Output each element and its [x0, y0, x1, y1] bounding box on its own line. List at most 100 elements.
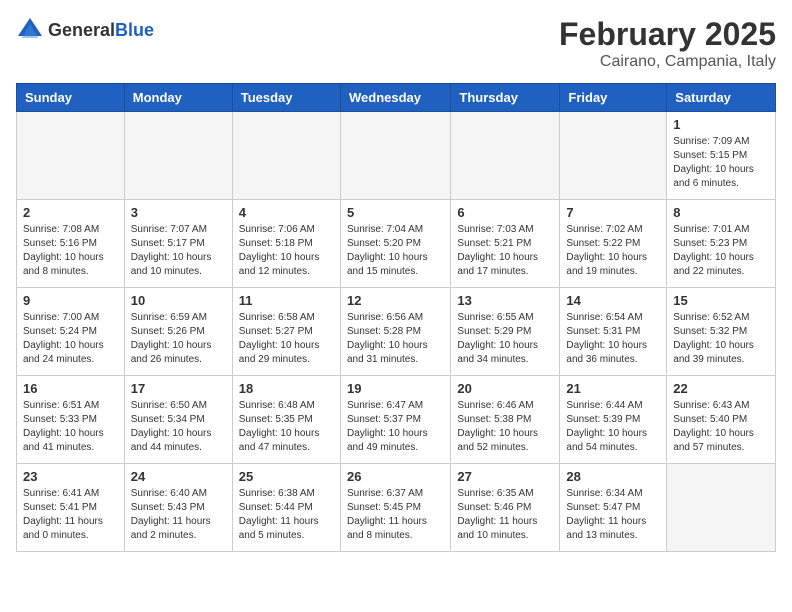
- logo-general: General: [48, 20, 115, 40]
- logo-icon: [16, 16, 44, 44]
- day-info: Sunrise: 7:08 AM Sunset: 5:16 PM Dayligh…: [23, 223, 118, 279]
- day-number: 5: [347, 205, 444, 220]
- calendar-table: SundayMondayTuesdayWednesdayThursdayFrid…: [16, 83, 776, 552]
- calendar-cell: [667, 464, 776, 552]
- calendar-cell: 27 Sunrise: 6:35 AM Sunset: 5:46 PM Dayli…: [451, 464, 560, 552]
- day-info: Sunrise: 7:00 AM Sunset: 5:24 PM Dayligh…: [23, 311, 118, 367]
- calendar-cell: 4 Sunrise: 7:06 AM Sunset: 5:18 PM Daylig…: [232, 200, 340, 288]
- calendar-cell: 8Sunrise: 7:01 AM Sunset: 5:23 PM Daylig…: [667, 200, 776, 288]
- day-info: Sunrise: 7:09 AM Sunset: 5:15 PM Dayligh…: [673, 135, 769, 191]
- day-info: Sunrise: 6:56 AM Sunset: 5:28 PM Dayligh…: [347, 311, 444, 367]
- logo: GeneralBlue: [16, 16, 154, 44]
- day-info: Sunrise: 6:41 AM Sunset: 5:41 PM Dayligh…: [23, 487, 118, 543]
- day-number: 19: [347, 381, 444, 396]
- logo-blue: Blue: [115, 20, 154, 40]
- calendar-cell: [340, 112, 450, 200]
- day-number: 18: [239, 381, 334, 396]
- column-header-friday: Friday: [560, 84, 667, 112]
- day-number: 23: [23, 469, 118, 484]
- calendar-week-5: 23 Sunrise: 6:41 AM Sunset: 5:41 PM Dayli…: [17, 464, 776, 552]
- day-number: 8: [673, 205, 769, 220]
- calendar-cell: [451, 112, 560, 200]
- column-header-saturday: Saturday: [667, 84, 776, 112]
- day-info: Sunrise: 6:58 AM Sunset: 5:27 PM Dayligh…: [239, 311, 334, 367]
- calendar-week-1: 1 Sunrise: 7:09 AM Sunset: 5:15 PM Daylig…: [17, 112, 776, 200]
- column-header-wednesday: Wednesday: [340, 84, 450, 112]
- page-header: GeneralBlue February 2025 Cairano, Campa…: [16, 16, 776, 71]
- calendar-cell: 28Sunrise: 6:34 AM Sunset: 5:47 PM Dayli…: [560, 464, 667, 552]
- day-number: 1: [673, 117, 769, 132]
- day-number: 26: [347, 469, 444, 484]
- location-title: Cairano, Campania, Italy: [559, 53, 776, 71]
- calendar-cell: 26 Sunrise: 6:37 AM Sunset: 5:45 PM Dayli…: [340, 464, 450, 552]
- title-block: February 2025 Cairano, Campania, Italy: [559, 16, 776, 71]
- calendar-cell: 18 Sunrise: 6:48 AM Sunset: 5:35 PM Dayli…: [232, 376, 340, 464]
- day-number: 16: [23, 381, 118, 396]
- calendar-cell: 10Sunrise: 6:59 AM Sunset: 5:26 PM Dayli…: [124, 288, 232, 376]
- day-info: Sunrise: 6:50 AM Sunset: 5:34 PM Dayligh…: [131, 399, 226, 455]
- calendar-cell: [17, 112, 125, 200]
- day-number: 10: [131, 293, 226, 308]
- calendar-header-row: SundayMondayTuesdayWednesdayThursdayFrid…: [17, 84, 776, 112]
- day-info: Sunrise: 6:37 AM Sunset: 5:45 PM Dayligh…: [347, 487, 444, 543]
- calendar-body: 1 Sunrise: 7:09 AM Sunset: 5:15 PM Daylig…: [17, 112, 776, 552]
- day-number: 6: [457, 205, 553, 220]
- column-header-monday: Monday: [124, 84, 232, 112]
- day-number: 9: [23, 293, 118, 308]
- calendar-cell: 23 Sunrise: 6:41 AM Sunset: 5:41 PM Dayli…: [17, 464, 125, 552]
- calendar-cell: [124, 112, 232, 200]
- day-number: 11: [239, 293, 334, 308]
- calendar-cell: 16 Sunrise: 6:51 AM Sunset: 5:33 PM Dayli…: [17, 376, 125, 464]
- calendar-week-2: 2 Sunrise: 7:08 AM Sunset: 5:16 PM Daylig…: [17, 200, 776, 288]
- calendar-cell: 19 Sunrise: 6:47 AM Sunset: 5:37 PM Dayli…: [340, 376, 450, 464]
- day-info: Sunrise: 6:44 AM Sunset: 5:39 PM Dayligh…: [566, 399, 660, 455]
- calendar-cell: 13 Sunrise: 6:55 AM Sunset: 5:29 PM Dayli…: [451, 288, 560, 376]
- day-info: Sunrise: 6:54 AM Sunset: 5:31 PM Dayligh…: [566, 311, 660, 367]
- day-number: 4: [239, 205, 334, 220]
- day-number: 25: [239, 469, 334, 484]
- day-info: Sunrise: 6:35 AM Sunset: 5:46 PM Dayligh…: [457, 487, 553, 543]
- calendar-week-3: 9 Sunrise: 7:00 AM Sunset: 5:24 PM Daylig…: [17, 288, 776, 376]
- day-number: 15: [673, 293, 769, 308]
- day-number: 3: [131, 205, 226, 220]
- day-info: Sunrise: 7:06 AM Sunset: 5:18 PM Dayligh…: [239, 223, 334, 279]
- day-info: Sunrise: 6:48 AM Sunset: 5:35 PM Dayligh…: [239, 399, 334, 455]
- day-number: 7: [566, 205, 660, 220]
- calendar-cell: 11 Sunrise: 6:58 AM Sunset: 5:27 PM Dayli…: [232, 288, 340, 376]
- calendar-week-4: 16 Sunrise: 6:51 AM Sunset: 5:33 PM Dayli…: [17, 376, 776, 464]
- day-number: 28: [566, 469, 660, 484]
- day-info: Sunrise: 7:07 AM Sunset: 5:17 PM Dayligh…: [131, 223, 226, 279]
- calendar-cell: 22 Sunrise: 6:43 AM Sunset: 5:40 PM Dayli…: [667, 376, 776, 464]
- day-number: 2: [23, 205, 118, 220]
- day-number: 24: [131, 469, 226, 484]
- day-info: Sunrise: 6:43 AM Sunset: 5:40 PM Dayligh…: [673, 399, 769, 455]
- calendar-cell: 1 Sunrise: 7:09 AM Sunset: 5:15 PM Daylig…: [667, 112, 776, 200]
- day-info: Sunrise: 6:40 AM Sunset: 5:43 PM Dayligh…: [131, 487, 226, 543]
- column-header-sunday: Sunday: [17, 84, 125, 112]
- day-info: Sunrise: 6:46 AM Sunset: 5:38 PM Dayligh…: [457, 399, 553, 455]
- day-number: 12: [347, 293, 444, 308]
- day-info: Sunrise: 6:38 AM Sunset: 5:44 PM Dayligh…: [239, 487, 334, 543]
- day-info: Sunrise: 7:02 AM Sunset: 5:22 PM Dayligh…: [566, 223, 660, 279]
- calendar-cell: 3 Sunrise: 7:07 AM Sunset: 5:17 PM Daylig…: [124, 200, 232, 288]
- calendar-cell: 25 Sunrise: 6:38 AM Sunset: 5:44 PM Dayli…: [232, 464, 340, 552]
- column-header-thursday: Thursday: [451, 84, 560, 112]
- day-number: 13: [457, 293, 553, 308]
- calendar-cell: 17 Sunrise: 6:50 AM Sunset: 5:34 PM Dayli…: [124, 376, 232, 464]
- calendar-cell: 9 Sunrise: 7:00 AM Sunset: 5:24 PM Daylig…: [17, 288, 125, 376]
- day-number: 27: [457, 469, 553, 484]
- day-info: Sunrise: 6:47 AM Sunset: 5:37 PM Dayligh…: [347, 399, 444, 455]
- calendar-cell: 7 Sunrise: 7:02 AM Sunset: 5:22 PM Daylig…: [560, 200, 667, 288]
- day-info: Sunrise: 7:04 AM Sunset: 5:20 PM Dayligh…: [347, 223, 444, 279]
- day-info: Sunrise: 6:51 AM Sunset: 5:33 PM Dayligh…: [23, 399, 118, 455]
- calendar-cell: 20Sunrise: 6:46 AM Sunset: 5:38 PM Dayli…: [451, 376, 560, 464]
- day-info: Sunrise: 6:55 AM Sunset: 5:29 PM Dayligh…: [457, 311, 553, 367]
- day-number: 22: [673, 381, 769, 396]
- calendar-cell: [560, 112, 667, 200]
- calendar-cell: 6Sunrise: 7:03 AM Sunset: 5:21 PM Daylig…: [451, 200, 560, 288]
- calendar-cell: 12 Sunrise: 6:56 AM Sunset: 5:28 PM Dayli…: [340, 288, 450, 376]
- calendar-cell: 24 Sunrise: 6:40 AM Sunset: 5:43 PM Dayli…: [124, 464, 232, 552]
- calendar-cell: [232, 112, 340, 200]
- calendar-cell: 15Sunrise: 6:52 AM Sunset: 5:32 PM Dayli…: [667, 288, 776, 376]
- day-number: 17: [131, 381, 226, 396]
